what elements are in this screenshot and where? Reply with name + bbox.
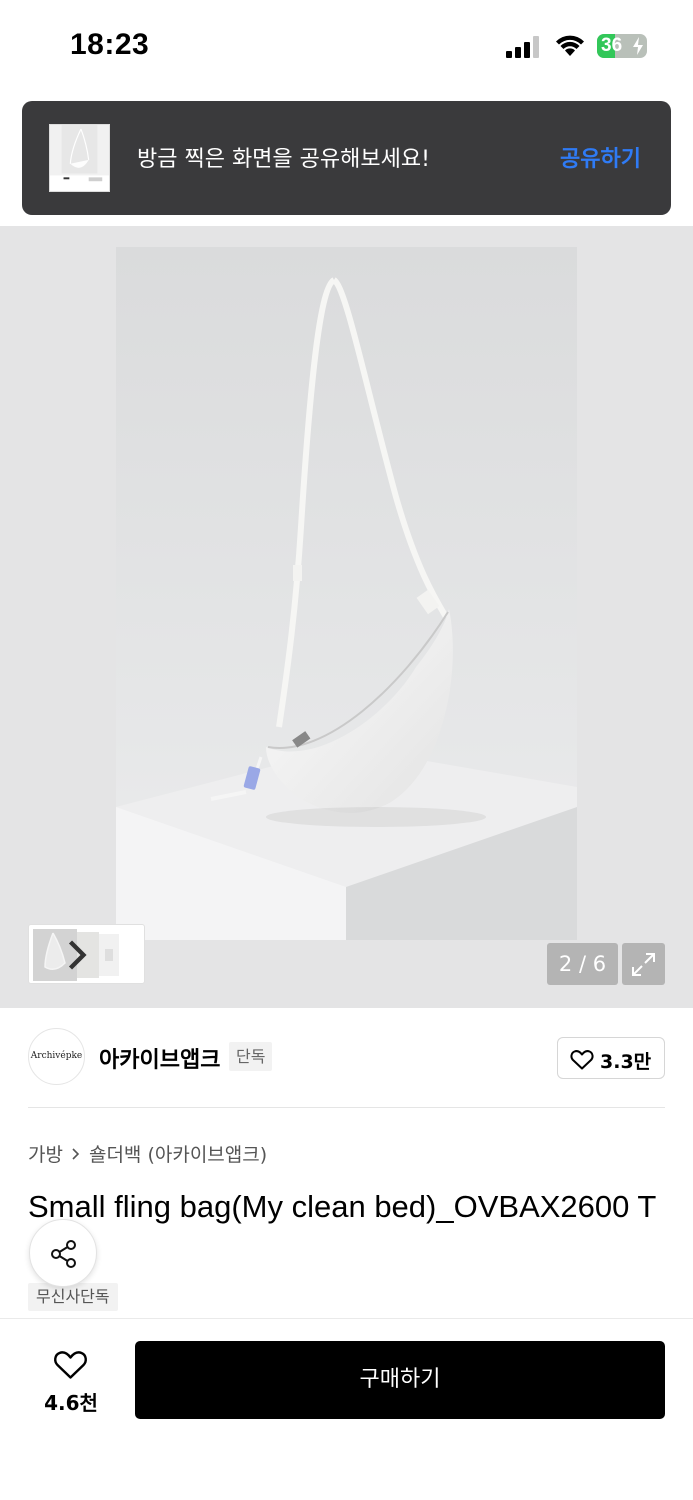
chevron-right-icon[interactable] (33, 929, 121, 981)
share-icon (51, 1240, 76, 1268)
brand-exclusive-badge: 단독 (229, 1042, 273, 1071)
brand-row[interactable]: Archivépke 아카이브앱크 단독 3.3만 (0, 1008, 693, 1108)
chevron-right-icon (72, 1147, 80, 1160)
screenshot-thumbnail[interactable] (49, 124, 110, 192)
battery-charging-icon (633, 37, 643, 55)
toast-share-button[interactable]: 공유하기 (560, 141, 641, 173)
expand-image-button[interactable] (622, 943, 665, 985)
product-page: 18:23 36 방금 찍은 화면을 공유해보세요! 공유하기 2 / 6 Ar… (0, 0, 693, 1500)
screenshot-thumbnail-image (50, 125, 109, 191)
bottom-action-bar: 4.6천 구매하기 (0, 1318, 693, 1500)
breadcrumb-category[interactable]: 가방 (28, 1140, 63, 1167)
status-time: 18:23 (70, 28, 150, 61)
product-title: Small fling bag(My clean bed)_OVBAX2600 … (28, 1189, 657, 1224)
heart-icon (570, 1050, 594, 1070)
category-breadcrumb: 가방 숄더백 (아카이브앱크) (28, 1140, 267, 1167)
image-counter: 2 / 6 (547, 943, 618, 985)
wishlist-button[interactable]: 4.6천 (28, 1341, 114, 1421)
breadcrumb-subcategory[interactable]: 숄더백 (아카이브앱크) (89, 1140, 267, 1167)
wifi-icon (556, 35, 584, 56)
battery-indicator: 36 (597, 34, 647, 58)
section-divider (28, 1107, 665, 1108)
heart-icon (54, 1351, 87, 1379)
product-image[interactable] (116, 247, 577, 940)
battery-percent: 36 (601, 35, 623, 56)
brand-logo[interactable]: Archivépke (28, 1028, 85, 1085)
toast-message: 방금 찍은 화면을 공유해보세요! (137, 147, 430, 172)
share-button[interactable] (29, 1219, 97, 1287)
wishlist-count: 4.6천 (44, 1391, 98, 1415)
brand-name[interactable]: 아카이브앱크 (99, 1042, 220, 1074)
brand-like-button[interactable]: 3.3만 (557, 1037, 665, 1079)
gallery-thumbnail-strip[interactable] (28, 924, 145, 984)
screenshot-share-toast: 방금 찍은 화면을 공유해보세요! 공유하기 (22, 101, 671, 215)
buy-button[interactable]: 구매하기 (135, 1341, 665, 1419)
expand-icon (632, 953, 655, 976)
musinsa-exclusive-badge: 무신사단독 (28, 1283, 118, 1311)
brand-like-count: 3.3만 (600, 1051, 652, 1073)
bag-photo (116, 247, 577, 940)
product-gallery[interactable]: 2 / 6 (0, 226, 693, 1008)
signal-icon (506, 36, 539, 58)
status-bar: 18:23 36 (0, 0, 693, 92)
